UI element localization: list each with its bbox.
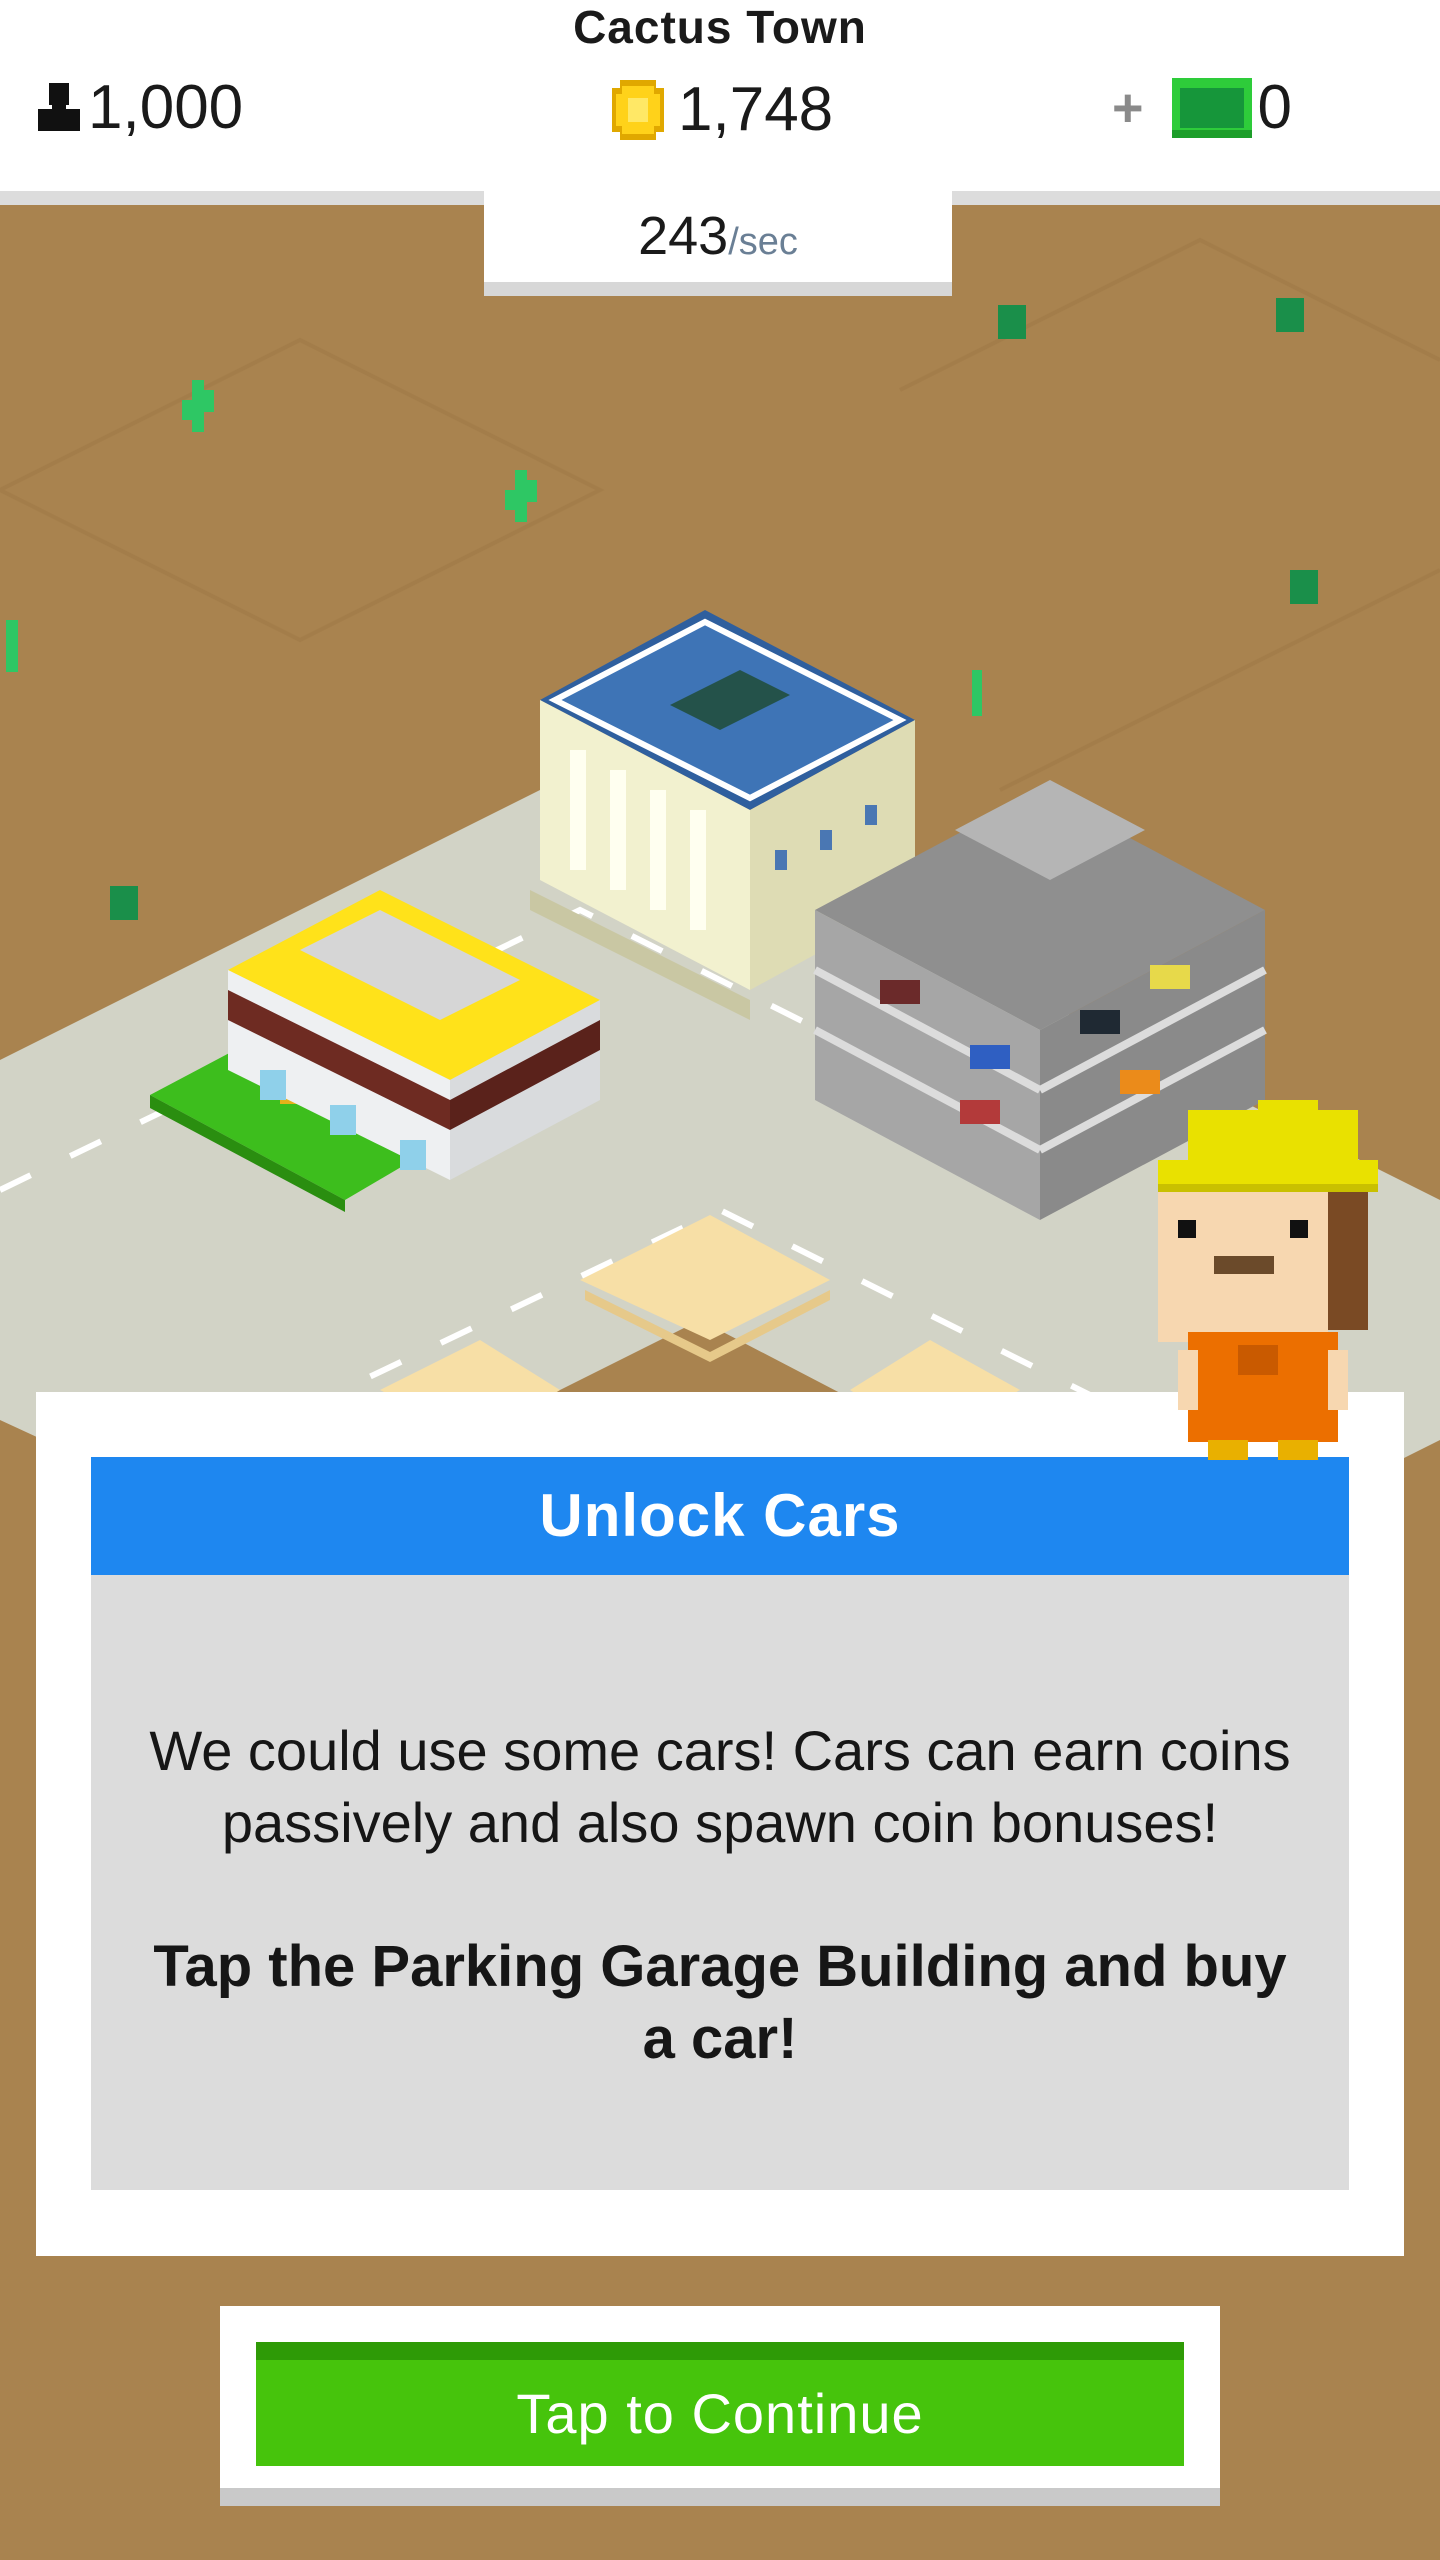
plus-icon[interactable]: + (1112, 77, 1144, 139)
dialog-body: We could use some cars! Cars can earn co… (91, 1575, 1349, 2190)
tutorial-dialog: Unlock Cars We could use some cars! Cars… (36, 1392, 1404, 2256)
population-counter: 1,000 (36, 72, 243, 143)
dialog-title: Unlock Cars (91, 1457, 1349, 1575)
income-rate-tab: 243/sec (484, 190, 952, 296)
person-icon (38, 82, 80, 131)
coin-icon (612, 79, 664, 140)
cash-value: 0 (1257, 73, 1293, 142)
coin-value: 1,748 (678, 75, 834, 144)
tap-to-continue-button[interactable]: Tap to Continue (256, 2342, 1184, 2466)
town-name: Cactus Town (573, 1, 867, 53)
dialog-message: We could use some cars! Cars can earn co… (149, 1719, 1291, 1854)
cash-counter[interactable]: + 0 (1112, 72, 1292, 143)
coin-counter: 1,748 (608, 74, 833, 145)
continue-button-frame: Tap to Continue (220, 2306, 1220, 2506)
cash-icon (1171, 77, 1252, 138)
builder-character-avatar (1158, 1100, 1378, 1460)
top-hud: Cactus Town 1,000 1,748 + 0 (0, 0, 1440, 205)
dialog-instruction: Tap the Parking Garage Building and buy … (153, 1934, 1287, 2071)
income-rate-value: 243 (638, 206, 729, 266)
income-rate-unit: /sec (728, 221, 798, 263)
population-value: 1,000 (88, 73, 244, 142)
